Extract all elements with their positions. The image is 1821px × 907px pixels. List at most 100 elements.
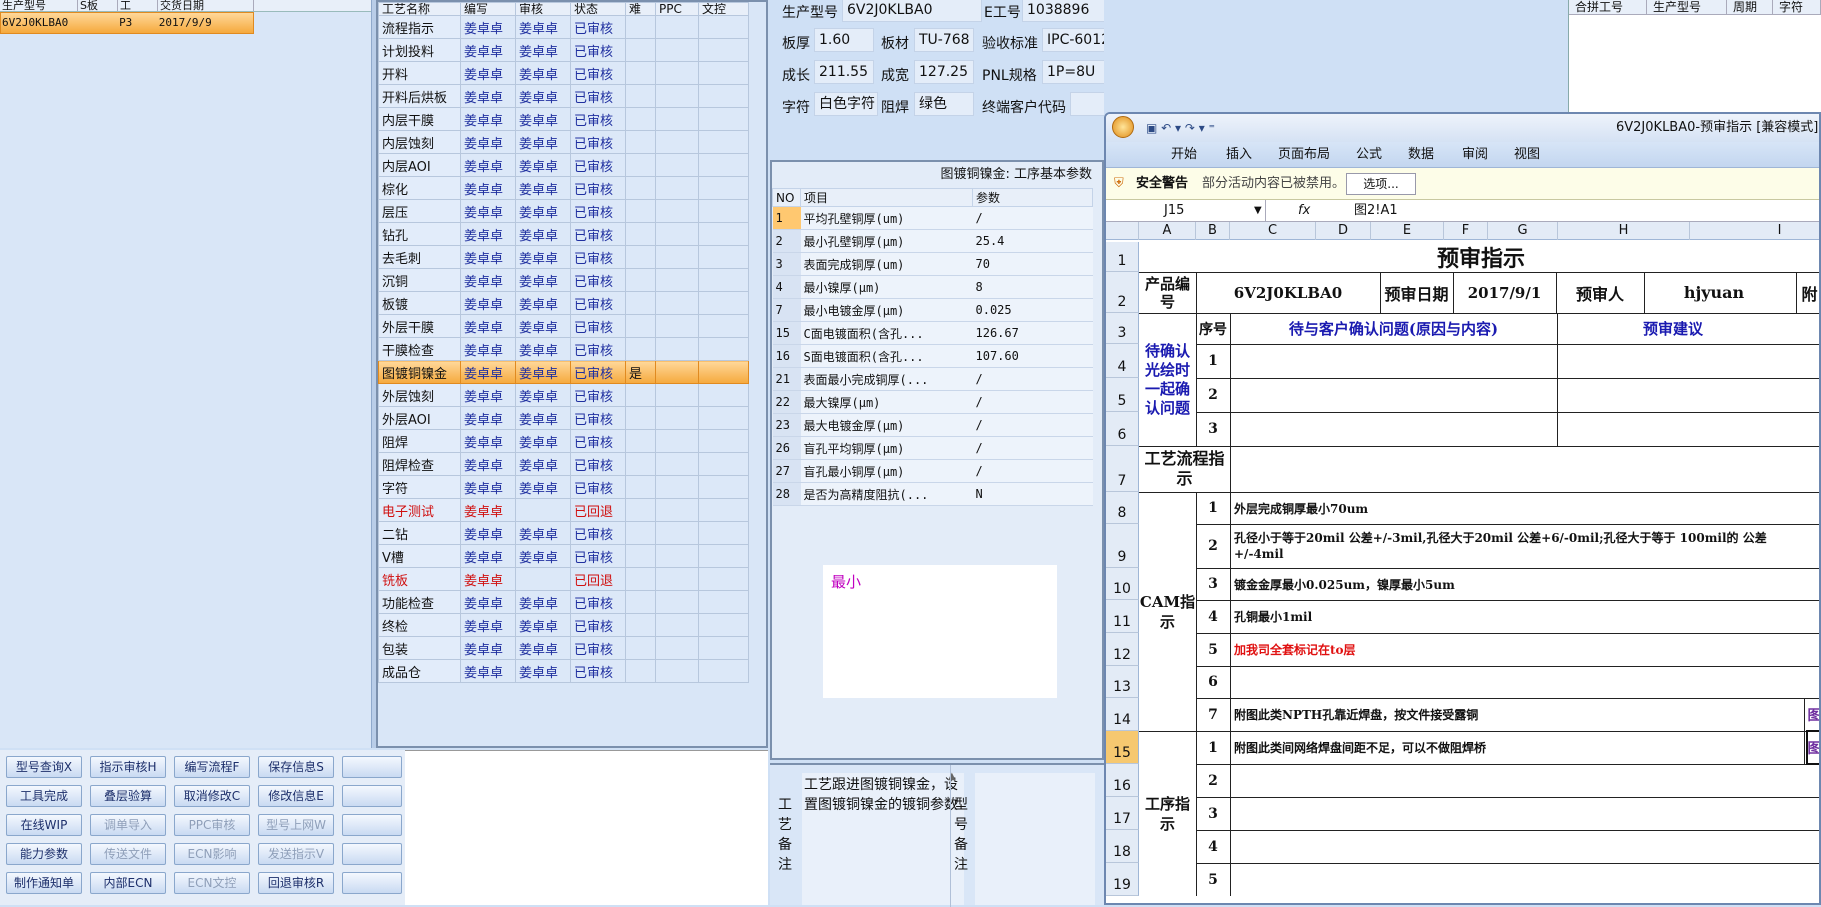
thick-field[interactable]: 1.60 [814,28,874,52]
column-header[interactable]: E [1371,222,1444,240]
options-button[interactable]: 选项... [1346,173,1416,195]
date-label[interactable]: 预审日期 [1380,272,1453,313]
row-header[interactable]: 14 [1106,698,1139,731]
process-row[interactable]: 阻焊 姜卓卓 姜卓卓 已审核 [378,429,749,453]
row-header[interactable]: 7 [1106,446,1139,492]
process-row[interactable]: 铣板 姜卓卓 已回退 [378,567,749,591]
cam-number[interactable]: 4 [1196,600,1230,633]
process-row[interactable]: 去毛刺 姜卓卓 姜卓卓 已审核 [378,245,749,269]
action-button[interactable]: ECN影响 [174,843,250,865]
action-button[interactable]: 回退审核R [258,872,334,894]
action-button[interactable] [342,814,402,836]
cam-text[interactable]: 镀金金厚最小0.025um，镍厚最小5um [1230,568,1800,600]
cam-number[interactable]: 1 [1196,492,1230,524]
cam-text[interactable]: 加我司全套标记在to层 [1230,633,1800,666]
process-note-text[interactable]: 工艺跟进图镀铜镍金，设置图镀铜镍金的镀铜参数 [802,773,964,905]
sheet-title[interactable]: 预审指示 [1139,242,1819,272]
select-all-corner[interactable] [1106,222,1139,240]
proc-number[interactable]: 3 [1196,797,1230,830]
proc-number[interactable]: 2 [1196,764,1230,797]
param-row[interactable]: 1 平均孔壁铜厚(um) / [772,206,1093,230]
excel-window[interactable]: ▣ ↶ ▾ ↷ ▾ ⁼ 6V2J0KLBA0-预审指示 [兼容模式] - 开始 … [1104,112,1821,905]
cam-label[interactable]: CAM指示 [1139,492,1196,731]
col-char[interactable]: 字符 [1773,0,1821,14]
mask-field[interactable]: 绿色 [914,92,974,116]
cam-text[interactable]: 孔铜最小1mil [1230,600,1800,633]
proc-number[interactable]: 1 [1196,731,1230,764]
row-header[interactable]: 5 [1106,378,1139,412]
action-button[interactable]: 编写流程F [174,756,250,778]
proc-text[interactable]: 附图此类间网络焊盘间距不足，可以不做阻焊桥 [1230,731,1800,764]
row-header[interactable]: 1 [1106,242,1139,272]
product-no-label[interactable]: 产品编号 [1139,272,1196,313]
process-row[interactable]: 阻焊检查 姜卓卓 姜卓卓 已审核 [378,452,749,476]
process-row[interactable]: 图镀铜镍金 姜卓卓 姜卓卓 已审核是 [378,360,749,384]
char-field[interactable]: 白色字符 [814,92,878,116]
process-row[interactable]: 棕化 姜卓卓 姜卓卓 已审核 [378,176,749,200]
process-row[interactable]: 内层干膜 姜卓卓 姜卓卓 已审核 [378,107,749,131]
process-row[interactable]: 外层AOI 姜卓卓 姜卓卓 已审核 [378,406,749,430]
process-row[interactable]: 干膜检查 姜卓卓 姜卓卓 已审核 [378,337,749,361]
col-status[interactable]: 状态 [570,2,626,16]
cam-text[interactable] [1230,666,1800,698]
col-ppc[interactable]: PPC [655,2,699,16]
param-row[interactable]: 16 S面电镀面积(含孔... 107.60 [772,344,1093,368]
proc-number[interactable]: 5 [1196,863,1230,896]
model-field[interactable]: 6V2J0KLBA0 [842,0,982,22]
action-button[interactable]: 发送指示V [258,843,334,865]
row-header[interactable]: 19 [1106,863,1139,896]
tab-insert[interactable]: 插入 [1226,142,1252,168]
action-button[interactable]: 型号查询X [6,756,82,778]
process-row[interactable]: 内层蚀刻 姜卓卓 姜卓卓 已审核 [378,130,749,154]
action-button[interactable]: 能力参数 [6,843,82,865]
process-row[interactable]: 终检 姜卓卓 姜卓卓 已审核 [378,613,749,637]
col-model[interactable]: 生产型号 [0,0,78,11]
action-button[interactable] [342,756,402,778]
process-row[interactable]: 二钻 姜卓卓 姜卓卓 已审核 [378,521,749,545]
row-header[interactable]: 3 [1106,313,1139,344]
date-value[interactable]: 2017/9/1 [1453,272,1556,313]
office-button-icon[interactable] [1112,116,1134,138]
param-row[interactable]: 23 最大电镀金厚(μm) / [772,413,1093,437]
action-button[interactable]: 内部ECN [90,872,166,894]
action-button[interactable]: 取消修改C [174,785,250,807]
row-header[interactable]: 15 [1106,731,1139,764]
reviewer-label[interactable]: 预审人 [1556,272,1644,313]
action-button[interactable]: 工具完成 [6,785,82,807]
column-header[interactable]: D [1316,222,1371,240]
action-button[interactable]: 型号上网W [258,814,334,836]
proc-number[interactable]: 4 [1196,830,1230,863]
process-row[interactable]: 内层AOI 姜卓卓 姜卓卓 已审核 [378,153,749,177]
action-button[interactable]: 修改信息E [258,785,334,807]
column-header[interactable]: G [1488,222,1558,240]
param-row[interactable]: 21 表面最小完成铜厚(... / [772,367,1093,391]
row-header[interactable]: 13 [1106,666,1139,698]
param-row[interactable]: 4 最小镍厚(μm) 8 [772,275,1093,299]
row-header[interactable]: 10 [1106,568,1139,600]
proc-text[interactable] [1230,863,1800,896]
row-header[interactable]: 2 [1106,272,1139,313]
cam-text[interactable]: 外层完成铜厚最小70um [1230,492,1800,524]
process-row[interactable]: 开料 姜卓卓 姜卓卓 已审核 [378,61,749,85]
proc-text[interactable] [1230,797,1800,830]
column-header[interactable]: A [1139,222,1196,240]
tab-view[interactable]: 视图 [1514,142,1540,168]
len-field[interactable]: 211.55 [814,60,874,84]
cam-number[interactable]: 7 [1196,698,1230,731]
col-no[interactable]: NO [772,188,801,207]
process-row[interactable]: 层压 姜卓卓 姜卓卓 已审核 [378,199,749,223]
col-s[interactable]: S板 [78,0,118,11]
column-header[interactable]: I [1690,222,1819,240]
tab-home[interactable]: 开始 [1171,142,1197,168]
name-box-dropdown-icon[interactable]: ▼ [1254,200,1262,222]
name-box[interactable]: J15 [1106,200,1266,221]
process-row[interactable]: 电子测试 姜卓卓 已回退 [378,498,749,522]
formula-input[interactable]: 图2!A1 [1354,200,1398,222]
action-button[interactable]: 制作通知单 [6,872,82,894]
row-header[interactable]: 11 [1106,600,1139,633]
action-button[interactable] [342,785,402,807]
seq-number[interactable]: 1 [1196,344,1230,378]
cam-text[interactable]: 孔径小于等于20mil 公差+/-3mil,孔径大于20mil 公差+6/-0m… [1230,524,1800,568]
proc-text[interactable] [1230,830,1800,863]
reviewer-value[interactable]: hjyuan [1644,272,1784,313]
